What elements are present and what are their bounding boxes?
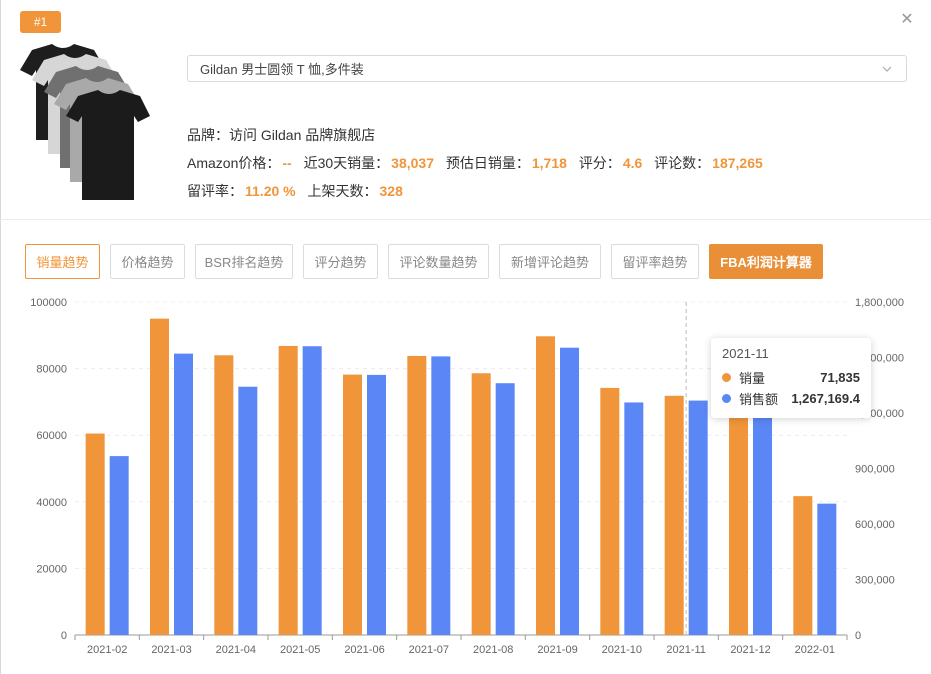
window-border: [0, 0, 1, 674]
tooltip-sales-label: 销量: [739, 371, 766, 386]
sales-bar: [150, 318, 169, 635]
revenue-bar: [302, 346, 322, 635]
revenue-bar: [431, 356, 451, 635]
revenue-legend-dot: [722, 394, 731, 403]
y-left-tick-label: 0: [61, 630, 67, 642]
sales30-label: 近30天销量：: [303, 155, 390, 171]
sales-bar: [664, 395, 684, 635]
x-tick-label: 2021-02: [87, 644, 127, 656]
sales-bar: [343, 374, 362, 635]
revenue-bar: [109, 456, 129, 635]
sales-bar: [278, 345, 298, 635]
product-image: [18, 44, 150, 202]
section-divider: [0, 219, 931, 220]
x-tick-label: 2021-04: [216, 644, 256, 656]
daily-sales-value: 1,718: [531, 155, 567, 171]
sales-bar: [600, 387, 620, 635]
trend-tabs: 销量趋势 价格趋势 BSR排名趋势 评分趋势 评论数量趋势 新增评论趋势 留评率…: [25, 244, 833, 279]
brand-link[interactable]: 访问 Gildan 品牌旗舰店: [229, 127, 375, 143]
reviews-value: 187,265: [712, 155, 763, 171]
rank-badge: #1: [20, 11, 61, 33]
sales-bar: [85, 433, 105, 635]
y-left-tick-label: 100000: [30, 297, 67, 309]
tooltip-title: 2021-11: [722, 346, 769, 361]
brand-line: 品牌：访问 Gildan 品牌旗舰店: [187, 125, 375, 145]
x-tick-label: 2021-06: [344, 644, 384, 656]
x-tick-label: 2021-11: [666, 644, 706, 656]
y-left-tick-label: 60000: [36, 430, 67, 442]
sales-bar: [729, 391, 748, 635]
tooltip-revenue-label: 销售额: [739, 392, 779, 407]
chevron-down-icon: [882, 66, 892, 72]
brand-label: 品牌：: [187, 127, 229, 143]
price-label: Amazon价格：: [187, 155, 281, 171]
reviews-label: 评论数：: [654, 155, 711, 171]
tab-bsr-trend[interactable]: BSR排名趋势: [195, 244, 293, 279]
y-right-tick-label: 300,000: [855, 575, 895, 587]
sales-bar: [793, 496, 813, 635]
y-right-tick-label: 900,000: [855, 464, 895, 476]
sales-bar: [407, 355, 427, 635]
revenue-bar: [753, 399, 772, 635]
x-tick-label: 2021-05: [280, 644, 320, 656]
sales-bar: [471, 373, 491, 635]
review-rate-label: 留评率：: [187, 183, 243, 199]
x-tick-label: 2021-03: [151, 644, 191, 656]
tab-rating-trend[interactable]: 评分趋势: [303, 244, 378, 279]
tab-sales-trend[interactable]: 销量趋势: [25, 244, 100, 279]
listed-days-value: 328: [379, 183, 403, 199]
price-value: --: [282, 155, 292, 171]
tshirt-stack-icon: [20, 44, 150, 200]
close-icon[interactable]: ✕: [898, 11, 916, 29]
sales-bar: [214, 355, 234, 635]
tab-new-review-trend[interactable]: 新增评论趋势: [499, 244, 601, 279]
metrics-line-2: 留评率： 11.20 % 上架天数： 328: [187, 181, 411, 201]
tooltip-revenue-value: 1,267,169.4: [791, 391, 860, 406]
daily-sales-label: 预估日销量：: [445, 155, 530, 171]
tab-price-trend[interactable]: 价格趋势: [110, 244, 185, 279]
tooltip-row-revenue: 销售额 1,267,169.4: [722, 388, 860, 409]
metrics-line: Amazon价格： -- 近30天销量： 38,037 预估日销量： 1,718 评分…: [187, 153, 771, 173]
tooltip-row-sales: 销量 71,835: [722, 367, 860, 388]
y-left-tick-label: 80000: [36, 364, 67, 376]
revenue-bar: [367, 374, 386, 635]
sales-legend-dot: [722, 373, 731, 382]
x-tick-label: 2021-09: [537, 644, 577, 656]
revenue-bar: [174, 353, 193, 635]
tooltip-sales-value: 71,835: [820, 370, 860, 385]
product-select-value: Gildan 男士圆领 T 恤,多件装: [200, 62, 364, 77]
product-select[interactable]: Gildan 男士圆领 T 恤,多件装: [187, 55, 907, 82]
y-left-tick-label: 40000: [36, 497, 67, 509]
y-right-tick-label: 600,000: [855, 519, 895, 531]
y-right-tick-label: 1,800,000: [855, 297, 904, 309]
y-left-tick-label: 20000: [36, 563, 67, 575]
listed-days-label: 上架天数：: [307, 183, 378, 199]
x-tick-label: 2021-07: [409, 644, 449, 656]
x-tick-label: 2021-10: [602, 644, 642, 656]
y-right-tick-label: 0: [855, 630, 861, 642]
tab-review-count-trend[interactable]: 评论数量趋势: [388, 244, 489, 279]
review-rate-value: 11.20 %: [245, 183, 296, 199]
x-tick-label: 2022-01: [795, 644, 835, 656]
rating-label: 评分：: [578, 155, 621, 171]
chart-tooltip: 2021-11 销量 71,835 销售额 1,267,169.4: [711, 338, 871, 418]
revenue-bar: [495, 383, 515, 635]
sales-bar: [536, 336, 555, 635]
rating-value: 4.6: [622, 155, 643, 171]
tab-review-rate-trend[interactable]: 留评率趋势: [611, 244, 699, 279]
x-tick-label: 2021-08: [473, 644, 513, 656]
revenue-bar: [560, 347, 579, 635]
revenue-bar: [817, 503, 837, 635]
fba-calculator-button[interactable]: FBA利润计算器: [709, 244, 823, 279]
revenue-bar: [688, 400, 708, 635]
x-tick-label: 2021-12: [730, 644, 770, 656]
revenue-bar: [238, 386, 258, 635]
sales30-value: 38,037: [391, 155, 434, 171]
revenue-bar: [624, 402, 644, 635]
